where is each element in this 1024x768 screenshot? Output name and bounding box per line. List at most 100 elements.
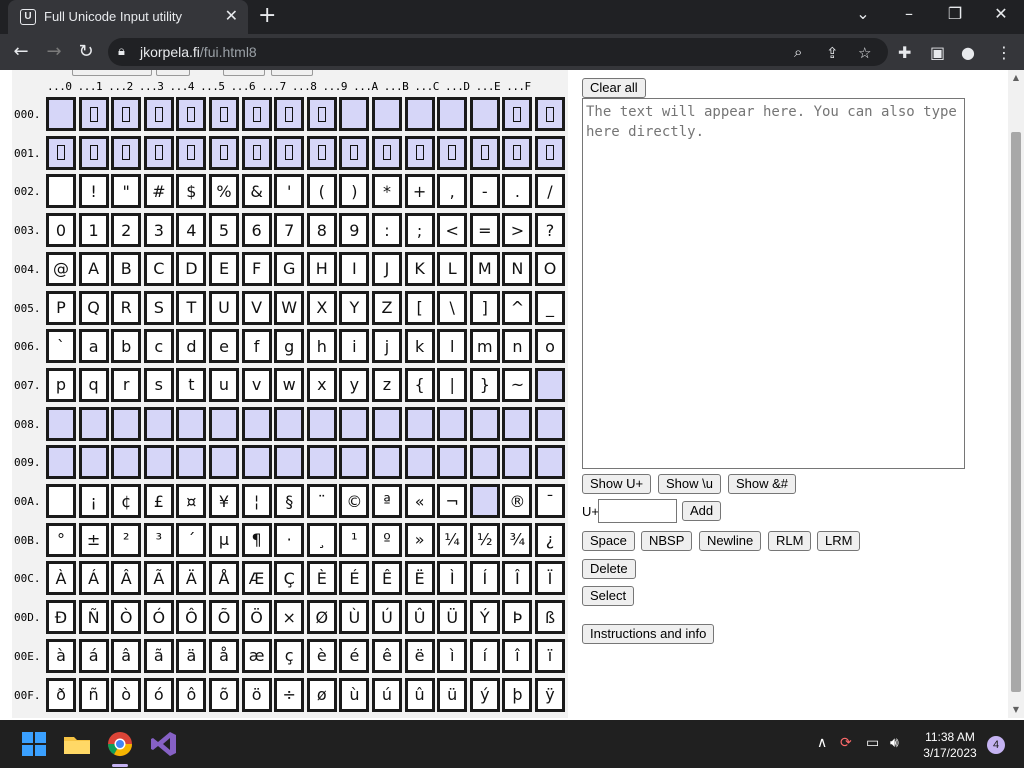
char-cell[interactable] <box>111 445 142 480</box>
windows-start-icon[interactable] <box>18 728 50 760</box>
char-cell[interactable]: " <box>111 174 142 209</box>
char-cell[interactable] <box>502 97 533 131</box>
char-cell[interactable]: Ü <box>437 600 468 635</box>
char-cell[interactable]: ô <box>176 677 207 712</box>
char-cell[interactable]: z <box>372 367 402 402</box>
char-cell[interactable]: ® <box>502 484 533 518</box>
char-cell[interactable] <box>437 445 468 480</box>
char-cell[interactable]: Ú <box>372 600 402 635</box>
close-window-icon[interactable]: ✕ <box>986 4 1016 23</box>
char-cell[interactable]: Ù <box>339 600 370 635</box>
char-cell[interactable]: É <box>339 561 370 596</box>
char-cell[interactable]: i <box>339 329 370 364</box>
char-cell[interactable]: î <box>502 638 533 673</box>
char-cell[interactable] <box>404 97 435 131</box>
char-cell[interactable]: ï <box>535 638 565 673</box>
char-cell[interactable]: l <box>437 329 468 364</box>
char-cell[interactable]: ç <box>274 638 305 673</box>
char-cell[interactable] <box>111 406 142 441</box>
char-cell[interactable]: ã <box>143 638 174 673</box>
char-cell[interactable]: 5 <box>209 213 239 248</box>
search-icon[interactable]: ⌕ <box>794 44 802 61</box>
char-cell[interactable] <box>372 445 402 480</box>
char-cell[interactable]: § <box>274 484 305 518</box>
char-cell[interactable]: 1 <box>78 213 109 248</box>
char-cell[interactable] <box>241 135 272 170</box>
char-cell[interactable]: Þ <box>502 600 533 635</box>
char-cell[interactable]: _ <box>535 290 565 325</box>
char-cell[interactable]: ¿ <box>535 522 565 557</box>
sync-alert-icon[interactable]: ⟳ <box>840 735 852 751</box>
char-cell[interactable] <box>176 97 207 131</box>
codepoint-input[interactable] <box>598 499 677 523</box>
char-cell[interactable]: ù <box>339 677 370 712</box>
char-cell[interactable]: ¢ <box>111 484 142 518</box>
char-cell[interactable]: ´ <box>176 522 207 557</box>
char-cell[interactable]: $ <box>176 174 207 209</box>
char-cell[interactable]: ( <box>306 174 337 209</box>
volume-icon[interactable]: 🔊︎ <box>890 735 899 751</box>
char-cell[interactable]: A <box>78 251 109 286</box>
char-cell[interactable]: h <box>306 329 337 364</box>
char-cell[interactable]: 9 <box>339 213 370 248</box>
char-cell[interactable]: Z <box>372 290 402 325</box>
char-cell[interactable] <box>46 97 76 131</box>
char-cell[interactable]: + <box>404 174 435 209</box>
scroll-down-arrow-icon[interactable]: ▼ <box>1008 702 1024 718</box>
char-cell[interactable] <box>306 445 337 480</box>
char-cell[interactable] <box>274 135 305 170</box>
char-cell[interactable]: = <box>469 213 500 248</box>
char-cell[interactable] <box>176 445 207 480</box>
char-cell[interactable]: f <box>241 329 272 364</box>
char-cell[interactable]: c <box>143 329 174 364</box>
space-button[interactable]: Space <box>582 531 635 551</box>
char-cell[interactable]: × <box>274 600 305 635</box>
char-cell[interactable]: ê <box>372 638 402 673</box>
lrm-button[interactable]: LRM <box>817 531 861 551</box>
char-cell[interactable]: U <box>209 290 239 325</box>
char-cell[interactable] <box>404 445 435 480</box>
char-cell[interactable]: ) <box>339 174 370 209</box>
char-cell[interactable] <box>339 406 370 441</box>
char-cell[interactable]: ¹ <box>339 522 370 557</box>
restore-icon[interactable]: ❐ <box>940 4 970 23</box>
tab-close-icon[interactable]: ✕ <box>225 6 238 26</box>
char-cell[interactable]: [ <box>404 290 435 325</box>
char-cell[interactable] <box>209 97 239 131</box>
add-button[interactable]: Add <box>682 501 722 521</box>
taskbar-clock[interactable]: 11:38 AM 3/17/2023 <box>918 729 982 761</box>
char-cell[interactable]: @ <box>46 251 76 286</box>
char-cell[interactable]: Æ <box>241 561 272 596</box>
char-cell[interactable] <box>437 406 468 441</box>
char-cell[interactable] <box>404 406 435 441</box>
char-cell[interactable]: ; <box>404 213 435 248</box>
char-cell[interactable]: ¬ <box>437 484 468 518</box>
char-cell[interactable]: Ì <box>437 561 468 596</box>
char-cell[interactable]: v <box>241 367 272 402</box>
char-cell[interactable] <box>209 406 239 441</box>
char-cell[interactable]: Â <box>111 561 142 596</box>
char-cell[interactable]: k <box>404 329 435 364</box>
char-cell[interactable]: Ó <box>143 600 174 635</box>
char-cell[interactable]: w <box>274 367 305 402</box>
char-cell[interactable] <box>339 97 370 131</box>
tab-search-chevron-icon[interactable]: ⌄ <box>848 4 878 23</box>
char-cell[interactable]: á <box>78 638 109 673</box>
char-cell[interactable]: 3 <box>143 213 174 248</box>
output-textarea[interactable] <box>582 98 965 469</box>
char-cell[interactable]: E <box>209 251 239 286</box>
char-cell[interactable]: K <box>404 251 435 286</box>
char-cell[interactable]: > <box>502 213 533 248</box>
top-control-stub-1[interactable] <box>72 70 152 76</box>
char-cell[interactable]: è <box>306 638 337 673</box>
char-cell[interactable]: ! <box>78 174 109 209</box>
select-button[interactable]: Select <box>582 586 635 606</box>
char-cell[interactable]: ü <box>437 677 468 712</box>
char-cell[interactable]: r <box>111 367 142 402</box>
char-cell[interactable]: ^ <box>502 290 533 325</box>
char-cell[interactable] <box>535 367 565 402</box>
char-cell[interactable]: M <box>469 251 500 286</box>
share-icon[interactable]: ⇪ <box>826 44 839 62</box>
char-cell[interactable]: o <box>535 329 565 364</box>
char-cell[interactable] <box>404 135 435 170</box>
